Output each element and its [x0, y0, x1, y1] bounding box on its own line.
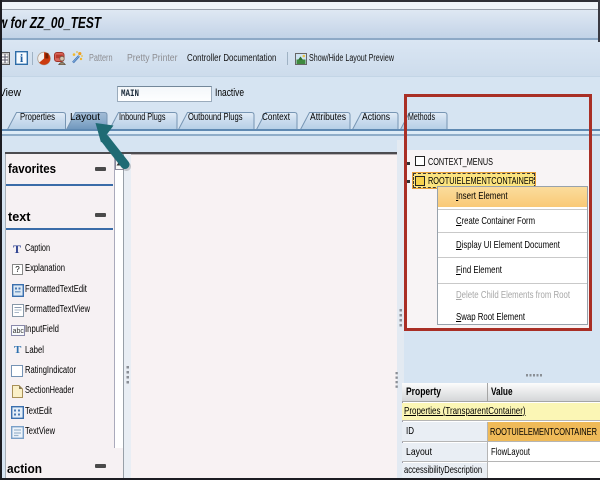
svg-text:abc: abc: [13, 328, 25, 335]
